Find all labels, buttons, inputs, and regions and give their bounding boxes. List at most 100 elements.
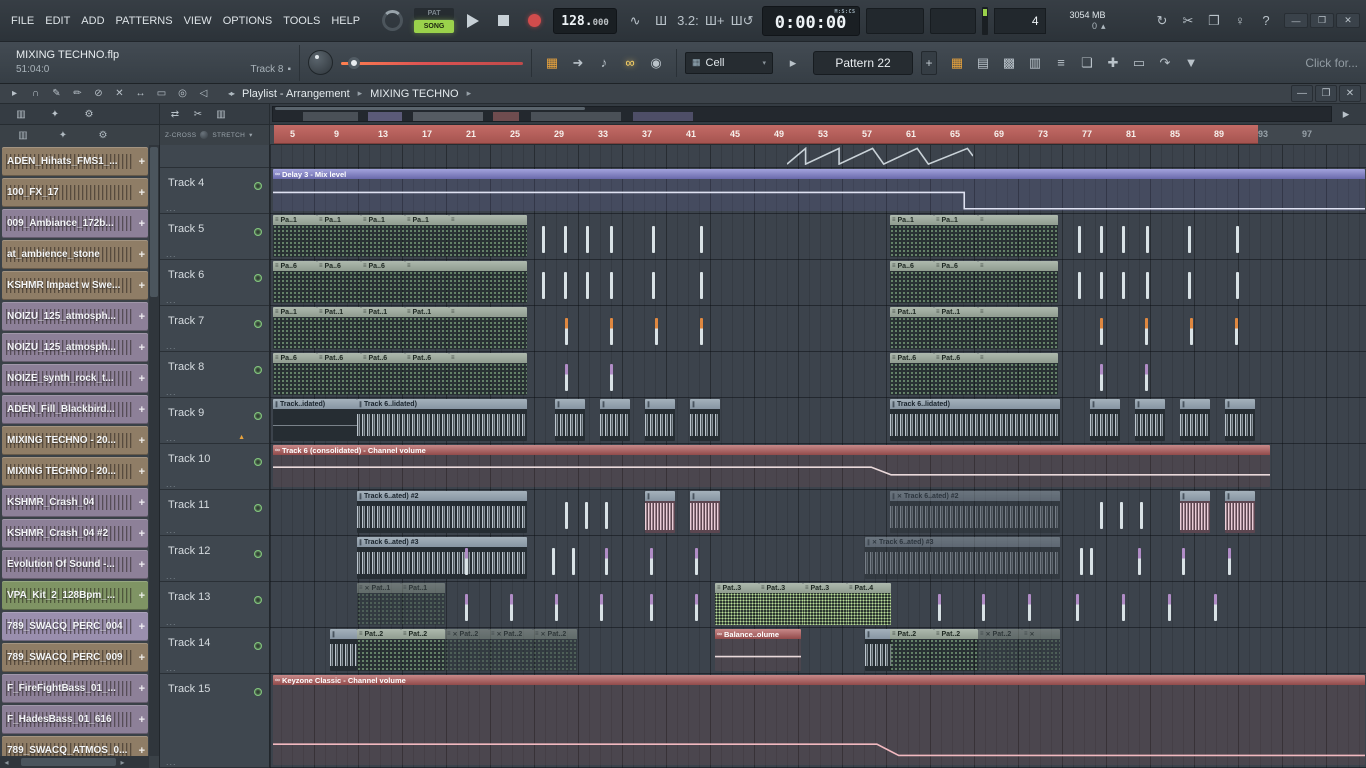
clipboard-icon[interactable]: ❐: [1202, 9, 1226, 33]
track-header[interactable]: Track 13...: [160, 582, 269, 628]
mini-clip[interactable]: [1146, 272, 1149, 299]
mini-clip[interactable]: [1122, 272, 1125, 299]
mini-clip[interactable]: [564, 226, 567, 253]
mini-clip[interactable]: [1100, 226, 1103, 253]
snap-magnet-icon[interactable]: ∩: [26, 85, 45, 102]
mini-clip[interactable]: [1100, 318, 1103, 345]
delete-tool-icon[interactable]: ⊘: [89, 85, 108, 102]
menu-edit[interactable]: EDIT: [40, 11, 75, 31]
mini-clip[interactable]: [542, 272, 545, 299]
piano-roll-button[interactable]: ▩: [997, 51, 1021, 75]
grid-track-lane[interactable]: ∞ Keyzone Classic - Channel volume: [270, 674, 1366, 768]
pat-mode-label[interactable]: PAT: [414, 8, 455, 19]
snap-value-icon[interactable]: ▸: [5, 85, 24, 102]
zoom-tool-icon[interactable]: ◎: [173, 85, 192, 102]
pattern-clip[interactable]: ≡ Pa..1: [317, 215, 361, 257]
mini-clip[interactable]: [700, 318, 703, 345]
vscroll-handle[interactable]: [150, 147, 158, 297]
play-button[interactable]: [460, 8, 485, 34]
browser-item[interactable]: 789_SWACQ_PERC_004 +: [2, 612, 148, 641]
mini-clip[interactable]: [465, 548, 468, 575]
hscroll-handle[interactable]: [21, 758, 116, 766]
audio-clip[interactable]: ∥: [330, 629, 357, 671]
mini-clip[interactable]: [610, 318, 613, 345]
menu-tools[interactable]: TOOLS: [278, 11, 325, 31]
playlist-maximize-button[interactable]: ❐: [1315, 85, 1337, 102]
mini-clip[interactable]: [586, 226, 589, 253]
mini-clip[interactable]: [610, 226, 613, 253]
pattern-clip[interactable]: ≡ Pat..1: [890, 307, 934, 349]
track-led[interactable]: [254, 412, 262, 420]
audio-clip[interactable]: ∥: [690, 399, 720, 441]
mini-clip[interactable]: [1080, 548, 1083, 575]
audio-clip[interactable]: ∥: [690, 491, 720, 533]
mini-clip[interactable]: [586, 272, 589, 299]
mini-clip[interactable]: [1100, 272, 1103, 299]
slider-handle[interactable]: [348, 56, 360, 69]
autosave-icon[interactable]: ↻: [1150, 9, 1174, 33]
mini-clip[interactable]: [982, 594, 985, 621]
browser-item[interactable]: at_ambience_stone +: [2, 240, 148, 269]
browser-item[interactable]: VPA_Kit_2_128Bpm_... +: [2, 581, 148, 610]
help-icon[interactable]: ?: [1254, 9, 1278, 33]
master-pitch-slider[interactable]: [341, 56, 523, 70]
mini-clip[interactable]: [695, 594, 698, 621]
track-header[interactable]: Track 6...: [160, 260, 269, 306]
mini-clip[interactable]: [1214, 594, 1217, 621]
mini-clip[interactable]: [1190, 318, 1193, 345]
record-button[interactable]: [522, 8, 547, 34]
mini-clip[interactable]: [572, 548, 575, 575]
audio-clip[interactable]: ∥: [865, 629, 892, 671]
pattern-selector[interactable]: Pattern 22: [813, 50, 913, 75]
browser-item[interactable]: 100_FX_17 +: [2, 178, 148, 207]
grid-track-lane[interactable]: ∥ ≡ Pat..2 ≡ Pat..2 ≡ ✕ Pat..2 ≡ ✕ Pat..2 ≡ ✕ Pat..2 ∞…: [270, 628, 1366, 674]
pattern-clip[interactable]: ≡: [978, 215, 1058, 257]
plugin-picker-button[interactable]: ✚: [1101, 51, 1125, 75]
track-header[interactable]: Track 11...: [160, 490, 269, 536]
mini-clip[interactable]: [542, 226, 545, 253]
grid-track-lane[interactable]: ≡ Pa..1 ≡ Pa..1 ≡ Pa..1 ≡ Pa..1 ≡ ≡ Pa..1 ≡ Pa..1 ≡: [270, 214, 1366, 260]
pattern-clip[interactable]: ≡: [449, 307, 527, 349]
pattern-clip[interactable]: ≡: [449, 215, 527, 257]
pattern-clip[interactable]: ≡ ✕ Pat..2: [978, 629, 1022, 671]
bpm-display[interactable]: 128. 000: [553, 7, 618, 34]
audio-clip[interactable]: ∥ ✕ Track 6..ated) #2: [890, 491, 1060, 533]
menu-patterns[interactable]: PATTERNS: [111, 11, 178, 31]
pattern-arrow-button[interactable]: ▸: [781, 51, 805, 75]
scroll-left-arrow[interactable]: ◂: [0, 758, 13, 767]
pattern-clip[interactable]: ≡ Pat..2: [357, 629, 401, 671]
track-led[interactable]: [254, 550, 262, 558]
track-header[interactable]: Track 14...: [160, 628, 269, 674]
scroll-right-arrow[interactable]: ▸: [116, 758, 129, 767]
track-led[interactable]: [254, 182, 262, 190]
automation-clip[interactable]: ∞ Keyzone Classic - Channel volume: [273, 675, 1365, 765]
pattern-clip[interactable]: ≡ Pa..1: [405, 215, 449, 257]
select-tool-icon[interactable]: ▭: [152, 85, 171, 102]
mini-clip[interactable]: [1078, 226, 1081, 253]
mini-clip[interactable]: [1188, 226, 1191, 253]
playlist-minimize-button[interactable]: —: [1291, 85, 1313, 102]
mini-clip[interactable]: [1168, 594, 1171, 621]
arrangement-preview[interactable]: [272, 106, 1332, 122]
pattern-clip[interactable]: ≡: [405, 261, 527, 303]
mini-clip[interactable]: [652, 272, 655, 299]
sparkle-icon[interactable]: ✦: [48, 105, 62, 123]
mini-clip[interactable]: [585, 502, 588, 529]
mini-clip[interactable]: [650, 548, 653, 575]
browser-item[interactable]: KSHMR Impact w Swe... +: [2, 271, 148, 300]
mini-clip[interactable]: [1076, 594, 1079, 621]
browser-item[interactable]: NOIZU_125_atmosph... +: [2, 302, 148, 331]
grid-track-lane[interactable]: ≡ ✕ Pat..1 ≡ Pat..1 ≡ Pat..3 ≡ Pat..3 ≡ Pat..3 ≡ Pat…: [270, 582, 1366, 628]
mini-clip[interactable]: [1236, 226, 1239, 253]
pat-song-toggle[interactable]: PAT SONG: [414, 8, 455, 33]
pattern-clip[interactable]: ≡ Pat..1: [361, 307, 405, 349]
paint-tool-icon[interactable]: ✏: [68, 85, 87, 102]
pattern-clip[interactable]: ≡ Pat..3: [759, 583, 803, 625]
mini-clip[interactable]: [610, 272, 613, 299]
pattern-clip[interactable]: ≡ Pat..6: [317, 353, 361, 395]
sparkle-icon[interactable]: ✦: [56, 127, 70, 143]
grid-track-lane[interactable]: ∥ Track 6..ated) #3 ∥ ✕ Track 6..ated) #3: [270, 536, 1366, 582]
preview-scroll-handle[interactable]: [275, 107, 585, 110]
mini-clip[interactable]: [1236, 272, 1239, 299]
track-header[interactable]: Track 7...: [160, 306, 269, 352]
